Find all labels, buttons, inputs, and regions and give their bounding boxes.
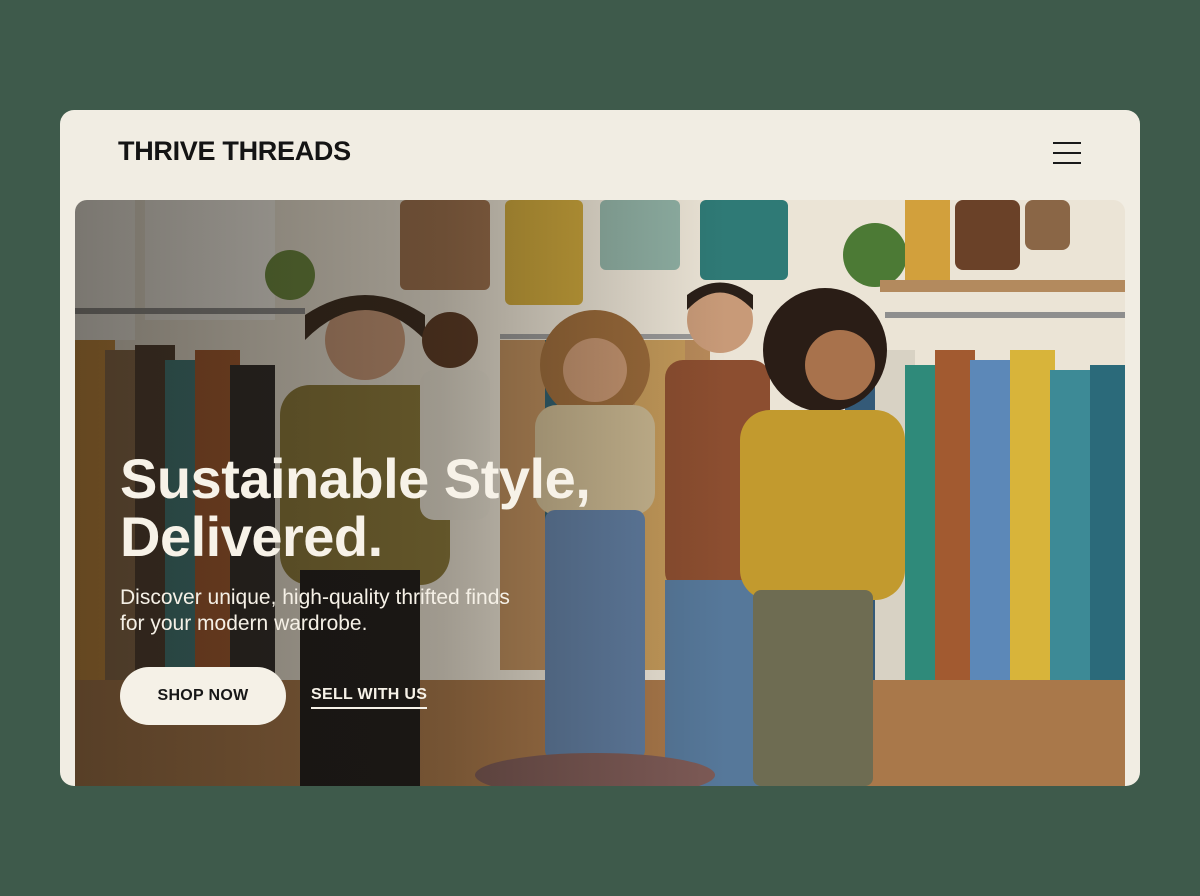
brand-logo[interactable]: THRIVE THREADS	[118, 136, 351, 167]
hero-subtext: Discover unique, high-quality thrifted f…	[120, 585, 640, 637]
landing-card: THRIVE THREADS Sustainable Style, Delive…	[60, 110, 1140, 786]
site-header: THRIVE THREADS	[60, 110, 1140, 198]
subtext-line: for your modern wardrobe.	[120, 612, 368, 635]
menu-line	[1053, 142, 1081, 144]
menu-line	[1053, 162, 1081, 164]
shop-now-button[interactable]: SHOP NOW	[120, 667, 286, 725]
headline-line: Delivered.	[120, 505, 383, 568]
headline-line: Sustainable Style,	[120, 447, 591, 510]
subtext-line: Discover unique, high-quality thrifted f…	[120, 586, 510, 609]
hero-banner: Sustainable Style, Delivered. Discover u…	[75, 200, 1125, 786]
hamburger-menu-icon[interactable]	[1044, 136, 1090, 172]
menu-line	[1053, 152, 1081, 154]
sell-with-us-link[interactable]: SELL WITH US	[311, 686, 428, 709]
hero-headline: Sustainable Style, Delivered.	[120, 450, 720, 566]
